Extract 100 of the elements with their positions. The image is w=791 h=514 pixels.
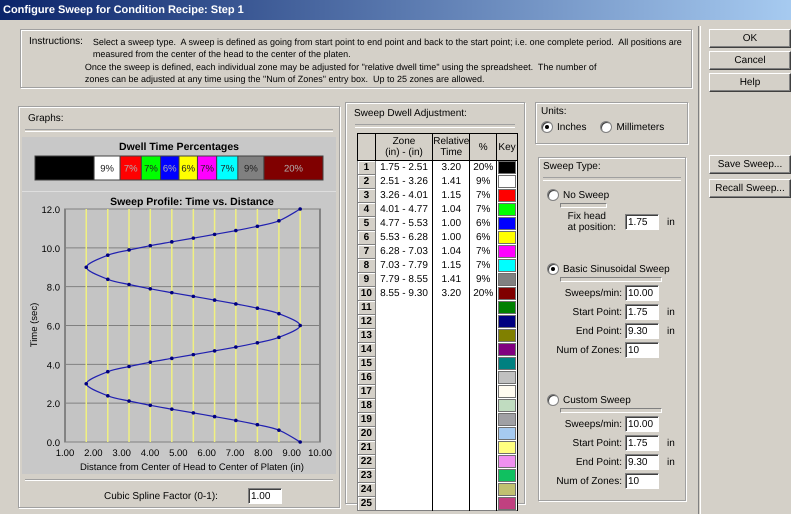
column-header: %: [470, 134, 497, 160]
row-header: 8: [358, 258, 376, 272]
data-point: [277, 428, 281, 432]
row-header: 11: [358, 300, 376, 314]
field-label: Start Point:: [572, 306, 622, 318]
row-header: 1: [358, 160, 376, 174]
tick-label: 4.0: [46, 360, 60, 371]
table-cell: 3.26 - 4.01: [375, 188, 433, 202]
value-label: 7%: [200, 163, 214, 174]
data-point: [298, 323, 302, 327]
field-label: Num of Zones:: [556, 476, 622, 486]
data-point: [148, 286, 152, 290]
table-cell: 3.20: [432, 286, 470, 300]
input-field[interactable]: 10: [625, 473, 659, 489]
table-cell: 1.00: [432, 216, 470, 230]
row-header: 25: [358, 496, 376, 510]
unit-label: in: [667, 438, 675, 448]
field-label: Cubic Spline Factor (0-1):: [104, 490, 218, 502]
input-field[interactable]: 1.75: [625, 435, 659, 451]
data-point: [148, 360, 152, 364]
input-field[interactable]: 10.00: [625, 285, 659, 301]
radio-button[interactable]: [547, 394, 559, 406]
data-point: [212, 232, 216, 236]
dialog-button[interactable]: OK: [709, 29, 791, 48]
data-point: [192, 236, 196, 240]
table-cell: 9%: [470, 174, 497, 188]
radio-button[interactable]: [541, 121, 553, 133]
data-point: [127, 364, 131, 368]
tick-label: 8.0: [46, 282, 60, 294]
data-point: [256, 306, 260, 310]
input-field[interactable]: 1.75: [625, 304, 659, 320]
input-field[interactable]: 10.00: [625, 416, 659, 432]
data-point: [256, 224, 260, 228]
tick-label: 8.00: [254, 448, 273, 458]
tick-label: 0.0: [46, 438, 60, 448]
data-point: [127, 248, 131, 252]
radio-label[interactable]: Inches: [557, 122, 586, 132]
table-cell: 20%: [470, 286, 497, 300]
row-header: 5: [358, 216, 376, 230]
radio-button[interactable]: [547, 189, 559, 201]
table-cell: 4.77 - 5.53: [375, 216, 433, 230]
tick-label: 9.00: [282, 448, 301, 458]
tick-label: 4.00: [140, 448, 160, 458]
data-point: [148, 403, 152, 407]
column-header: Key: [496, 134, 518, 160]
data-point: [106, 394, 110, 398]
radio-label[interactable]: Custom Sweep: [563, 394, 631, 406]
value-label: 7%: [220, 163, 234, 174]
row-header: 21: [358, 440, 376, 454]
data-point: [84, 381, 88, 386]
row-header: 3: [358, 188, 376, 202]
column-header: Relative Time: [432, 134, 470, 160]
field-label: End Point:: [576, 456, 622, 468]
sweep-button[interactable]: Save Sweep...: [709, 155, 791, 174]
table-cell: 8.55 - 9.30: [375, 286, 433, 300]
data-point: [212, 298, 216, 302]
row-header: 18: [358, 398, 376, 412]
sweep-button[interactable]: Recall Sweep...: [709, 179, 791, 198]
input-field[interactable]: 1.00: [248, 488, 282, 504]
input-field[interactable]: 10: [625, 342, 659, 358]
data-point: [277, 335, 281, 339]
data-point: [277, 311, 281, 315]
data-point: [277, 218, 281, 222]
row-header: 13: [358, 328, 376, 342]
table-cell: 6.28 - 7.03: [375, 244, 433, 258]
dialog-button[interactable]: Help: [709, 73, 791, 92]
data-point: [127, 398, 131, 402]
radio-label[interactable]: Millimeters: [616, 122, 664, 132]
row-header: 7: [358, 244, 376, 258]
table-cell: 7%: [470, 258, 497, 272]
value-label: 7%: [144, 163, 158, 174]
input-field[interactable]: 9.30: [625, 454, 659, 470]
field-label: Fix head at position:: [568, 211, 616, 233]
data-point: [234, 344, 238, 348]
table-cell: 3.20: [432, 160, 470, 174]
row-header: 20: [358, 426, 376, 440]
data-point: [298, 206, 302, 210]
data-point: [170, 290, 174, 294]
group-label: Instructions:: [29, 36, 83, 49]
value-label: 6%: [181, 163, 196, 174]
table-cell: 1.41: [432, 174, 470, 188]
input-field[interactable]: 9.30: [625, 323, 659, 339]
axis-title: Time (sec): [29, 302, 40, 347]
radio-button[interactable]: [547, 263, 559, 275]
data-point: [256, 422, 260, 426]
data-point: [127, 282, 131, 286]
radio-label[interactable]: Basic Sinusoidal Sweep: [563, 264, 670, 274]
row-header: 2: [358, 174, 376, 188]
table-cell: 6%: [470, 230, 497, 244]
input-field[interactable]: 1.75: [625, 214, 659, 230]
value-label: 20%: [284, 163, 303, 174]
radio-button[interactable]: [600, 121, 612, 133]
row-header: 12: [358, 314, 376, 328]
data-point: [256, 340, 260, 344]
dialog-button[interactable]: Cancel: [709, 51, 791, 70]
axis-title: Distance from Center of Head to Center of Platen (in): [80, 462, 304, 472]
tick-label: 7.00: [226, 448, 244, 458]
data-point: [234, 418, 238, 422]
radio-label[interactable]: No Sweep: [563, 190, 610, 200]
field-label: Start Point:: [572, 438, 622, 448]
